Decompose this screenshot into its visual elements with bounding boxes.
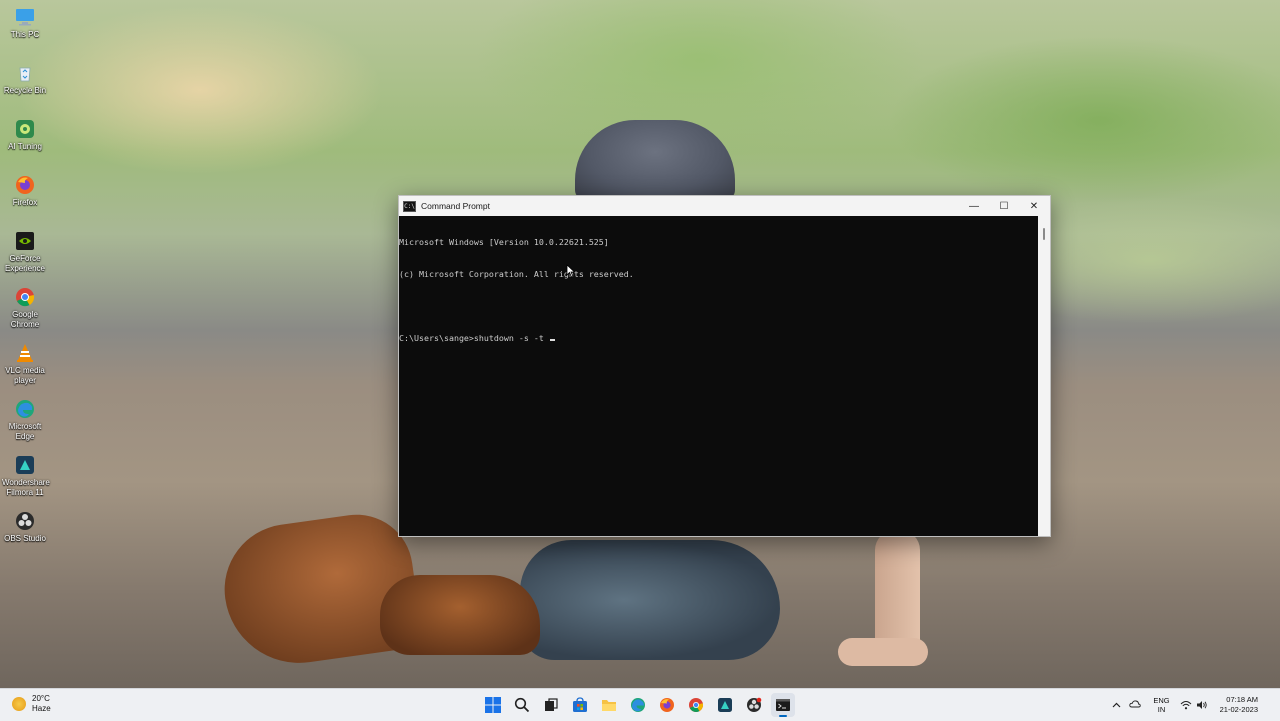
search-button[interactable]: [510, 693, 534, 717]
minimize-button[interactable]: —: [959, 196, 989, 216]
wifi-icon: [1180, 701, 1191, 710]
obs-icon: [747, 697, 762, 712]
folder-icon: [602, 700, 616, 711]
ai-tuning-icon: [16, 120, 34, 138]
desktop-icon-microsoft-edge[interactable]: Microsoft Edge: [2, 398, 48, 442]
console-line: (c) Microsoft Corporation. All rights re…: [399, 268, 634, 279]
desktop-icon-label: OBS Studio: [4, 534, 46, 543]
vlc-icon: [17, 344, 33, 362]
clock-time: 07:18 AM: [1226, 695, 1258, 704]
volume-icon: [1196, 701, 1207, 709]
firefox-button[interactable]: [655, 693, 679, 717]
desktop-icon-google-chrome[interactable]: Google Chrome: [2, 286, 48, 330]
terminal-icon: [776, 699, 790, 711]
windows-logo-icon: [485, 697, 501, 713]
language-code: ENG: [1153, 696, 1170, 705]
file-explorer-button[interactable]: [597, 693, 621, 717]
chrome-button[interactable]: [684, 693, 708, 717]
recycle-bin-icon: [19, 67, 31, 82]
desktop-icon-label: GeForce Experience: [4, 254, 46, 273]
chrome-icon: [16, 288, 35, 307]
desktop-icon-label: This PC: [10, 30, 40, 39]
console-prompt-line[interactable]: C:\Users\sange>shutdown -s -t: [399, 333, 1038, 344]
desktop-icon-label: VLC media player: [5, 366, 45, 385]
terminal-button[interactable]: [771, 693, 795, 717]
obs-button[interactable]: [742, 693, 766, 717]
close-icon: ✕: [1029, 200, 1039, 212]
filmora-icon: [718, 698, 732, 712]
desktop-icon-vlc[interactable]: VLC media player: [2, 342, 48, 386]
edge-button[interactable]: [626, 693, 650, 717]
text-caret: [549, 338, 555, 341]
taskbar-pinned-apps: [481, 693, 800, 717]
maximize-icon: ☐: [999, 200, 1009, 212]
command-prompt-window[interactable]: C:\ Command Prompt — ☐ ✕ Microsoft Windo…: [398, 195, 1051, 537]
edge-icon: [631, 698, 645, 712]
system-tray: ENG IN 07:18 AM 21-02-2023: [1112, 689, 1280, 721]
wallpaper-hand: [838, 638, 928, 666]
console-command: C:\Users\sange>shutdown -s -t: [399, 332, 549, 343]
filmora-button[interactable]: [713, 693, 737, 717]
clock-button[interactable]: 07:18 AM 21-02-2023: [1220, 695, 1258, 715]
taskbar: 20°C Haze ENG IN 07:18 AM 21-02-2023: [0, 688, 1280, 721]
desktop-icon-label: Google Chrome: [10, 310, 40, 329]
desktop-icon-label: Wondershare Filmora 11: [2, 478, 50, 497]
desktop-icon-label: Recycle Bin: [3, 86, 47, 95]
desktop-icon-ai-tuning[interactable]: AI Tuning: [2, 118, 48, 152]
store-icon: [573, 697, 587, 712]
console-line: Microsoft Windows [Version 10.0.22621.52…: [399, 237, 609, 248]
clock-date: 21-02-2023: [1219, 705, 1258, 714]
weather-widget[interactable]: 20°C Haze: [12, 694, 51, 714]
chrome-icon: [689, 698, 704, 712]
weather-temperature: 20°C: [32, 694, 50, 703]
cmd-app-icon: C:\: [403, 200, 416, 212]
wallpaper-jeans: [520, 540, 780, 660]
onedrive-button[interactable]: [1129, 700, 1142, 710]
desktop-icon-firefox[interactable]: Firefox: [2, 174, 48, 208]
filmora-icon: [16, 456, 34, 474]
haze-weather-icon: [12, 697, 26, 711]
window-title: Command Prompt: [421, 201, 490, 211]
desktop-icon-recycle-bin[interactable]: Recycle Bin: [2, 62, 48, 96]
language-indicator[interactable]: ENG IN: [1153, 696, 1169, 714]
chevron-up-icon: [1112, 702, 1121, 708]
monitor-icon: [16, 9, 34, 26]
maximize-button[interactable]: ☐: [989, 196, 1019, 216]
mouse-pointer-icon: [566, 264, 576, 278]
show-hidden-icons-button[interactable]: [1112, 700, 1121, 710]
desktop-icon-label: AI Tuning: [8, 142, 42, 151]
window-titlebar[interactable]: C:\ Command Prompt — ☐ ✕: [399, 196, 1050, 216]
search-icon: [514, 697, 530, 713]
firefox-icon: [660, 698, 674, 712]
cloud-icon: [1129, 700, 1142, 708]
obs-icon: [16, 512, 34, 530]
task-view-icon: [545, 698, 558, 711]
weather-description: Haze: [32, 704, 51, 713]
close-button[interactable]: ✕: [1019, 196, 1049, 216]
scrollbar-thumb[interactable]: [1043, 228, 1045, 240]
task-view-button[interactable]: [539, 693, 563, 717]
console-output[interactable]: Microsoft Windows [Version 10.0.22621.52…: [399, 216, 1038, 536]
vertical-scrollbar[interactable]: [1039, 216, 1050, 536]
wallpaper-hat: [575, 120, 735, 200]
desktop-icon-obs-studio[interactable]: OBS Studio: [2, 510, 48, 544]
store-button[interactable]: [568, 693, 592, 717]
desktop-icon-label: Firefox: [12, 198, 38, 207]
desktop-icon-label: Microsoft Edge: [8, 422, 42, 441]
desktop-icon-filmora[interactable]: Wondershare Filmora 11: [2, 454, 50, 498]
wallpaper-boot: [380, 575, 540, 655]
minimize-icon: —: [969, 200, 979, 212]
keyboard-region: IN: [1157, 705, 1166, 714]
edge-icon: [16, 400, 34, 418]
firefox-icon: [16, 176, 34, 194]
quick-settings-button[interactable]: [1180, 700, 1208, 710]
desktop-icon-this-pc[interactable]: This PC: [2, 6, 48, 40]
geforce-icon: [16, 232, 34, 250]
desktop-icon-geforce-experience[interactable]: GeForce Experience: [2, 230, 48, 274]
start-button[interactable]: [481, 693, 505, 717]
